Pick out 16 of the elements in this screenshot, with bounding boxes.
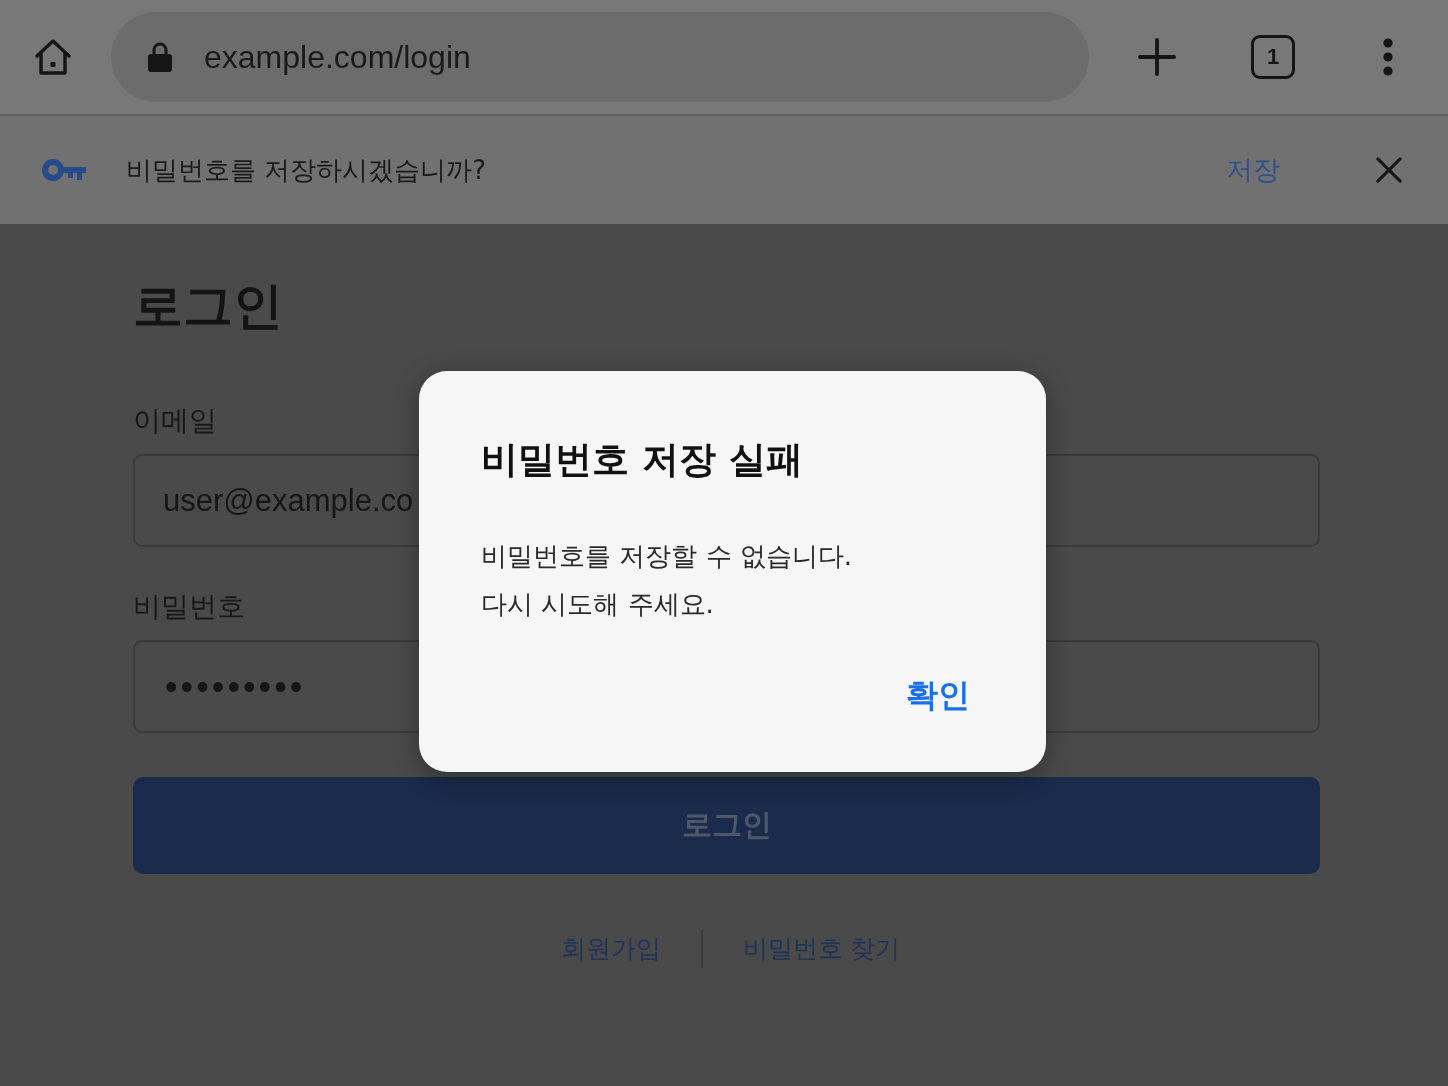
close-icon[interactable] [1376,157,1402,183]
home-icon[interactable] [33,37,73,77]
more-menu-icon[interactable] [1383,38,1393,76]
save-password-prompt: 비밀번호를 저장하시겠습니까? [126,153,488,187]
confirm-button[interactable]: 확인 [894,670,982,722]
lock-icon [148,42,172,72]
tab-switcher-button[interactable]: 1 [1251,35,1295,79]
address-bar[interactable]: example.com/login [111,12,1089,102]
masked-password: ••••••••• [165,665,306,708]
dialog-title: 비밀번호 저장 실패 [481,437,803,483]
dialog-message: 비밀번호를 저장할 수 없습니다. [481,540,853,573]
dialog-message: 다시 시도해 주세요. [481,588,714,621]
key-icon [42,158,86,182]
url-text: example.com/login [204,38,471,76]
new-tab-icon[interactable] [1138,38,1176,76]
save-button[interactable]: 저장 [1220,148,1286,192]
